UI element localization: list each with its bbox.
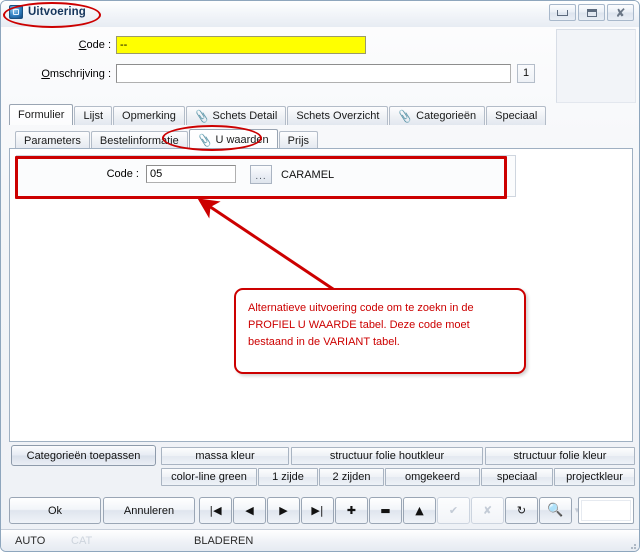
omschrijving-label: Omschrijving : — [41, 68, 111, 80]
add-record-icon: ✚ — [346, 504, 357, 517]
close-icon: ✘ — [615, 5, 626, 20]
minimize-icon — [557, 9, 568, 16]
ok-button-label: Ok — [47, 504, 63, 517]
tab-lijst-label: Lijst — [83, 110, 104, 122]
structuur-folie-kleur-button[interactable]: structuur folie kleur — [485, 447, 635, 465]
tab-categorieen-label: Categorieën — [416, 110, 477, 122]
refresh-button[interactable]: ↻ — [505, 497, 538, 524]
annotation-arrow — [197, 198, 337, 293]
1-zijde-button[interactable]: 1 zijde — [258, 468, 318, 486]
omgekeerd-button[interactable]: omgekeerd — [385, 468, 480, 486]
maximize-icon — [586, 8, 597, 17]
first-record-icon: |◀ — [209, 504, 222, 517]
tab-opmerking-label: Opmerking — [122, 110, 176, 122]
post-edit-icon: ✔ — [448, 504, 459, 517]
structuur-folie-houtkleur-button[interactable]: structuur folie houtkleur — [291, 447, 483, 465]
resize-grip-icon[interactable] — [629, 542, 637, 550]
record-count-box: 1 — [517, 64, 535, 83]
u-code-input[interactable]: 05 — [146, 165, 236, 183]
close-button[interactable]: ✘ — [607, 4, 634, 21]
status-mode: BLADEREN — [194, 535, 254, 547]
color-line-green-button[interactable]: color-line green — [161, 468, 257, 486]
tab-schets-detail[interactable]: 📎 Schets Detail — [185, 106, 287, 125]
last-record-button[interactable]: ▶| — [301, 497, 334, 524]
tab-schets-overzicht[interactable]: Schets Overzicht — [287, 106, 389, 125]
speciaal-button[interactable]: speciaal — [481, 468, 553, 486]
tab-schets-detail-label: Schets Detail — [212, 110, 278, 122]
2-zijden-button[interactable]: 2 zijden — [319, 468, 384, 486]
cancel-button[interactable]: Annuleren — [103, 497, 195, 524]
record-toolbar: Ok Annuleren |◀ ◀ ▶ ▶| ✚ ▬ ▲ ✔ ✘ ↻ 🔍 ▾ — [1, 493, 639, 529]
status-bar: AUTO CAT BLADEREN — [1, 529, 639, 551]
edit-record-icon: ▲ — [415, 504, 424, 517]
previous-record-button[interactable]: ◀ — [233, 497, 266, 524]
tab-categorieen[interactable]: 📎 Categorieën — [389, 106, 486, 125]
code-input[interactable]: -- — [116, 36, 366, 54]
minimize-button[interactable] — [549, 4, 576, 21]
paperclip-icon: 📎 — [193, 108, 210, 124]
post-edit-button: ✔ — [437, 497, 470, 524]
maximize-button[interactable] — [578, 4, 605, 21]
add-record-button[interactable]: ✚ — [335, 497, 368, 524]
next-record-button[interactable]: ▶ — [267, 497, 300, 524]
tab-lijst[interactable]: Lijst — [74, 106, 113, 125]
code-label: Code : — [78, 39, 111, 51]
cancel-button-label: Annuleren — [123, 504, 175, 517]
find-button[interactable]: 🔍 — [539, 497, 572, 524]
ok-button[interactable]: Ok — [9, 497, 101, 524]
next-record-icon: ▶ — [279, 504, 288, 517]
omschrijving-input[interactable] — [116, 64, 511, 83]
delete-record-icon: ▬ — [380, 504, 391, 517]
delete-record-button[interactable]: ▬ — [369, 497, 402, 524]
tab-opmerking[interactable]: Opmerking — [113, 106, 185, 125]
window-controls: ✘ — [549, 4, 634, 21]
u-code-browse-button[interactable]: ... — [250, 165, 272, 184]
cancel-edit-button: ✘ — [471, 497, 504, 524]
previous-record-icon: ◀ — [245, 504, 254, 517]
search-input[interactable] — [578, 497, 634, 524]
refresh-icon: ↻ — [516, 504, 527, 517]
status-auto: AUTO — [15, 535, 46, 547]
last-record-icon: ▶| — [311, 504, 324, 517]
tab-parameters-label: Parameters — [24, 135, 81, 147]
u-code-description: CARAMEL — [281, 169, 335, 181]
tab-prijs-label: Prijs — [287, 135, 310, 147]
u-code-label: Code : — [106, 168, 139, 180]
tab-formulier[interactable]: Formulier — [9, 104, 74, 125]
primary-tabbar: Formulier Lijst Opmerking 📎 Schets Detai… — [9, 104, 547, 125]
first-record-button[interactable]: |◀ — [199, 497, 232, 524]
tab-schets-overzicht-label: Schets Overzicht — [296, 110, 380, 122]
code-label-text: ode : — [86, 39, 111, 51]
side-panel — [556, 29, 636, 103]
find-icon: 🔍 — [547, 503, 564, 518]
projectkleur-button[interactable]: projectkleur — [554, 468, 635, 486]
tab-speciaal-label: Speciaal — [495, 110, 538, 122]
annotation-ellipse-tab — [162, 125, 262, 151]
tab-speciaal[interactable]: Speciaal — [486, 106, 547, 125]
annotation-ellipse-title — [3, 2, 101, 28]
tab-formulier-label: Formulier — [18, 109, 65, 121]
cancel-edit-icon: ✘ — [482, 504, 493, 517]
edit-record-button[interactable]: ▲ — [403, 497, 436, 524]
paperclip-icon: 📎 — [397, 108, 414, 124]
annotation-callout: Alternatieve uitvoering code om te zoekn… — [234, 288, 526, 374]
status-cat: CAT — [71, 535, 93, 547]
categorieen-toepassen-button[interactable]: Categorieën toepassen — [11, 445, 156, 466]
application-window: Uitvoering ✘ Code : -- Omschrijving : 1 … — [0, 0, 640, 552]
massa-kleur-button[interactable]: massa kleur — [161, 447, 289, 465]
